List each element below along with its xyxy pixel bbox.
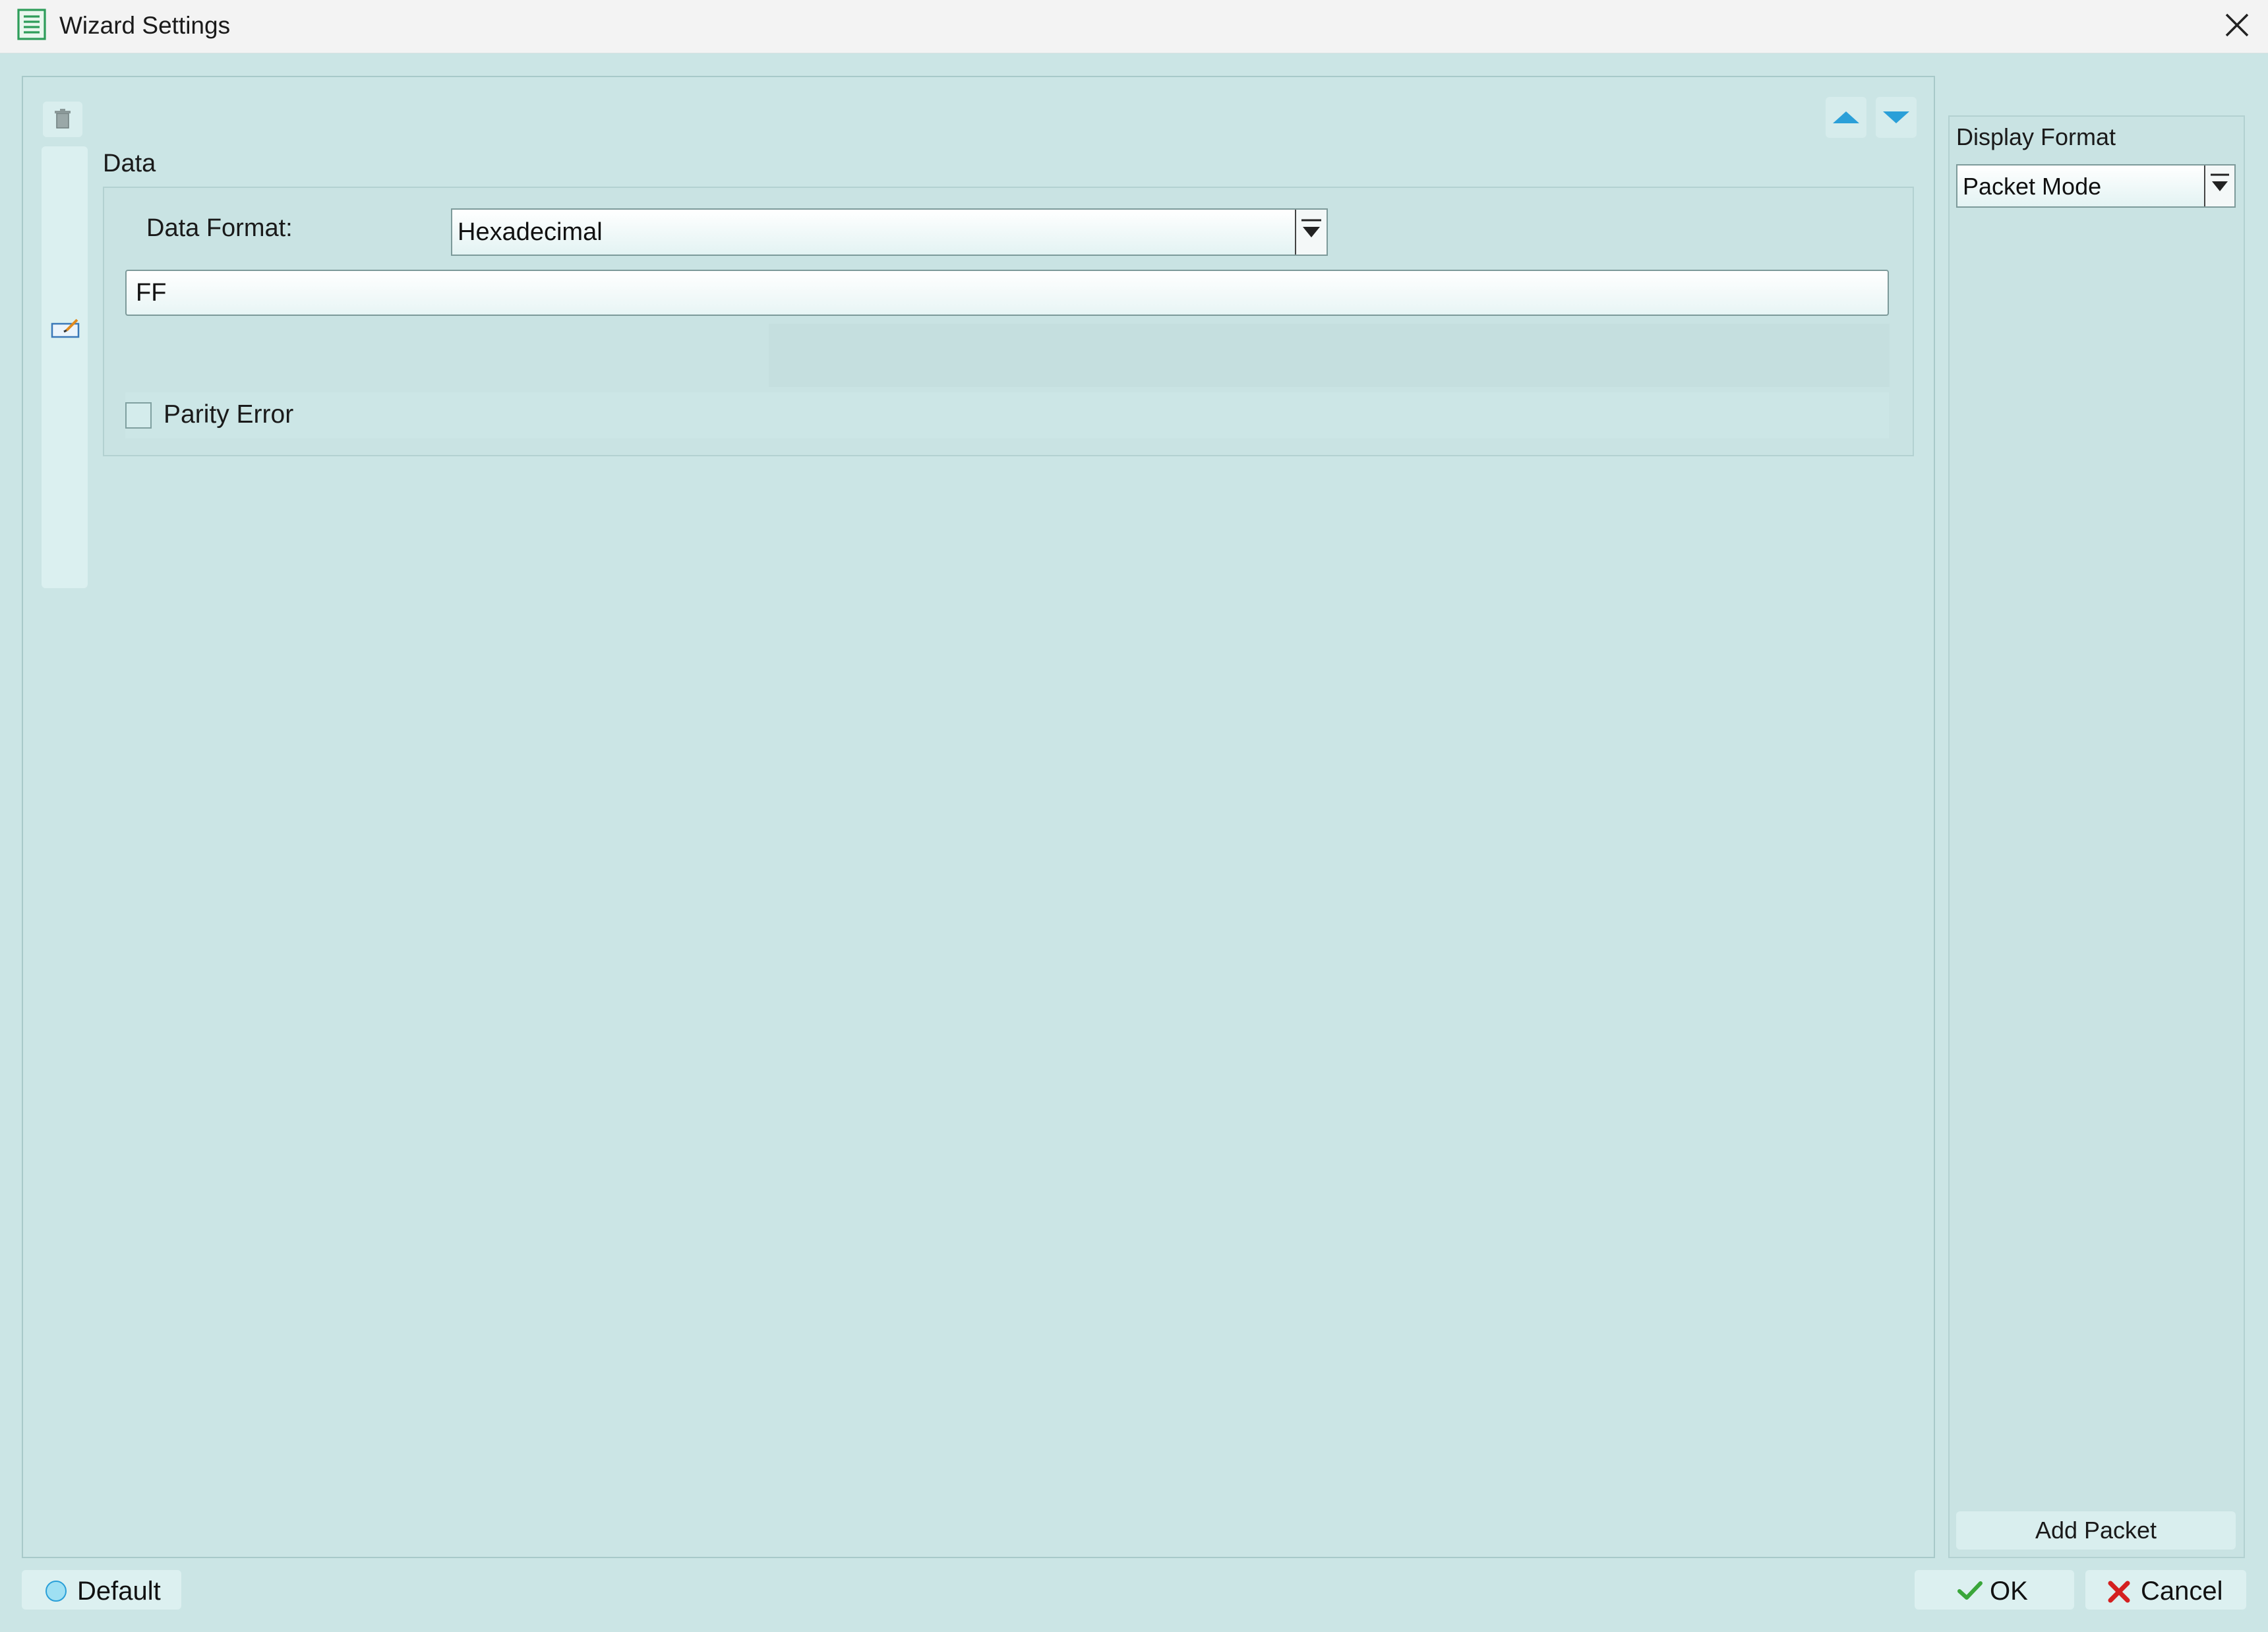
display-format-dropdown[interactable]: Packet Mode [1956, 164, 2236, 208]
spacer-strip [769, 324, 1890, 387]
cancel-label: Cancel [2141, 1577, 2223, 1606]
default-button[interactable]: Default [22, 1570, 181, 1610]
radio-circle-icon [45, 1581, 67, 1602]
move-down-button[interactable] [1876, 97, 1917, 138]
add-packet-button[interactable]: Add Packet [1956, 1511, 2236, 1550]
trash-icon [55, 109, 71, 129]
default-label: Default [77, 1577, 161, 1606]
data-value-input[interactable] [125, 270, 1889, 316]
packet-editor-panel: Data Data Format: Hexadecimal Parity Err… [22, 76, 1935, 1558]
data-format-value: Hexadecimal [458, 218, 603, 246]
parity-error-label[interactable]: Parity Error [164, 400, 293, 429]
delete-button[interactable] [43, 102, 82, 137]
close-icon [2225, 13, 2249, 37]
ok-label: OK [1990, 1577, 2028, 1606]
group-label-data: Data [103, 150, 156, 177]
check-icon [1957, 1581, 1983, 1600]
display-format-label: Display Format [1956, 123, 2116, 150]
display-format-value: Packet Mode [1963, 173, 2102, 200]
close-button[interactable] [2205, 0, 2268, 53]
parity-error-row: Parity Error [125, 392, 1889, 438]
data-format-label: Data Format: [146, 214, 293, 242]
dropdown-arrow-icon[interactable] [2204, 166, 2234, 206]
title-bar: Wizard Settings [0, 0, 2268, 53]
x-icon [2108, 1581, 2130, 1603]
parity-error-checkbox[interactable] [125, 402, 152, 429]
arrow-down-icon [1883, 111, 1909, 123]
packet-side-strip[interactable] [42, 146, 88, 588]
ok-button[interactable]: OK [1915, 1570, 2074, 1610]
window-title: Wizard Settings [59, 12, 231, 39]
document-icon [17, 9, 46, 40]
display-format-panel: Display Format Packet Mode Add Packet [1948, 115, 2245, 1558]
move-up-button[interactable] [1826, 97, 1866, 138]
data-format-dropdown[interactable]: Hexadecimal [451, 208, 1328, 256]
data-group-box: Data Format: Hexadecimal Parity Error [103, 187, 1914, 456]
dropdown-arrow-icon[interactable] [1295, 210, 1327, 255]
cancel-button[interactable]: Cancel [2085, 1570, 2246, 1610]
edit-icon [51, 318, 80, 338]
arrow-up-icon [1833, 111, 1859, 123]
